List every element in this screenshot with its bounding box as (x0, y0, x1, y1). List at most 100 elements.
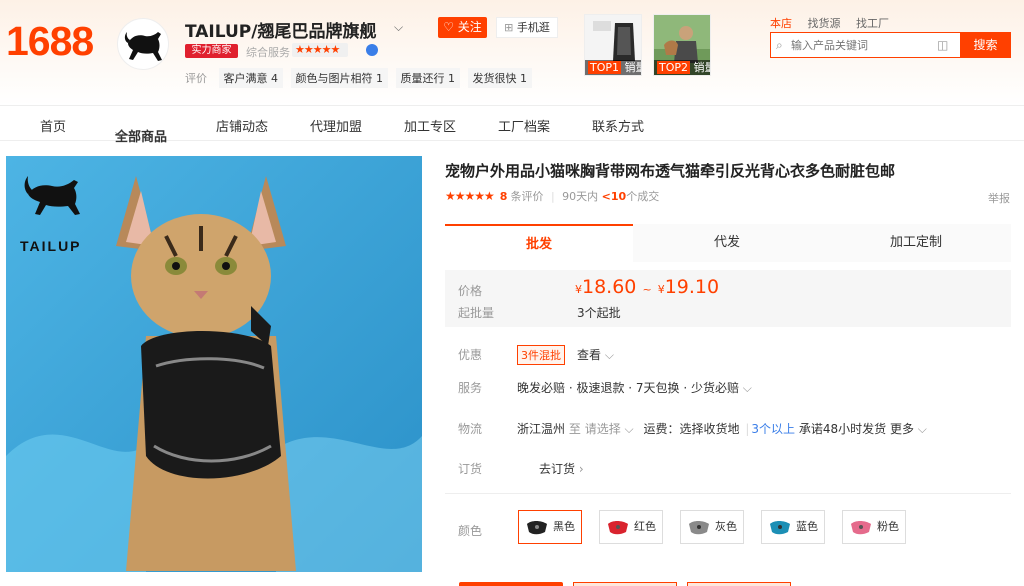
grid-icon: ⊞ (504, 21, 514, 34)
color-name: 黑色 (553, 520, 575, 533)
review-count[interactable]: 8 (500, 190, 508, 203)
color-option-pink[interactable]: 粉色 (842, 510, 906, 544)
shop-name[interactable]: TAILUP/翘尾巴品牌旗舰 (185, 17, 376, 42)
color-option-blue[interactable]: 蓝色 (761, 510, 825, 544)
promo-view-label: 查看 (577, 348, 602, 362)
color-option-gray[interactable]: 灰色 (680, 510, 744, 544)
tab-dropship[interactable]: 代发 (633, 224, 821, 262)
follow-label: 关注 (457, 20, 482, 34)
thumb-caption: TOP2 销量 (654, 60, 710, 75)
harness-icon (689, 521, 709, 535)
price-sep: ~ (642, 283, 652, 296)
eval-label: 评价 (185, 72, 207, 85)
chevron-down-icon: ⌵ (115, 126, 125, 141)
logistics-select-label: 请选择 (584, 422, 621, 436)
color-option-red[interactable]: 红色 (599, 510, 663, 544)
heart-icon: ♡ (443, 20, 454, 34)
nav-news[interactable]: 店铺动态 (216, 116, 268, 135)
order-link[interactable]: 去订货 › (539, 460, 584, 477)
logistics-promise: 承诺48小时发货 (798, 422, 887, 436)
main-product-image[interactable]: TAILUP (6, 156, 422, 572)
logistics-from: 浙江温州 (517, 422, 566, 436)
buy-button-edge[interactable] (459, 582, 563, 586)
site-logo[interactable]: 1688 (6, 18, 94, 65)
tab-wholesale[interactable]: 批发 (445, 224, 633, 262)
color-name: 粉色 (877, 520, 899, 533)
search-box: ⌕ ◫ (770, 32, 960, 58)
mobile-browse-button[interactable]: ⊞ 手机逛 (496, 17, 558, 38)
search-tab-store[interactable]: 本店 (770, 17, 792, 30)
service-label: 服务 (458, 381, 483, 395)
moq-value: 3个起批 (577, 306, 621, 320)
promo-label: 优惠 (458, 348, 483, 362)
sales-value: <10 (601, 190, 627, 203)
promo-tag: 3件混批 (517, 345, 565, 365)
color-name: 蓝色 (796, 520, 818, 533)
moq-label: 起批量 (458, 306, 495, 320)
tab-custom[interactable]: 加工定制 (821, 224, 1011, 262)
rank-label: 销量 (693, 61, 710, 74)
logistics-more[interactable]: 更多 ⌵ (890, 422, 927, 436)
logistics-select[interactable]: 请选择 ⌵ (585, 422, 634, 436)
currency: ¥ (657, 283, 665, 296)
eval-tag[interactable]: 颜色与图片相符 1 (290, 68, 388, 88)
price-range: ¥18.60 ~ ¥19.10 (575, 276, 719, 298)
sales-suffix: 个成交 (626, 190, 660, 203)
logistics-fee: 运费：选择收货地 (643, 422, 740, 436)
product-title: 宠物户外用品小猫咪胸背带网布透气猫牵引反光背心衣多色耐脏包邮 (445, 162, 896, 180)
mobile-label: 手机逛 (516, 21, 550, 34)
order-text: 去订货 (539, 462, 576, 476)
harness-icon (851, 521, 871, 535)
color-name: 红色 (634, 520, 656, 533)
cart-button-edge[interactable] (573, 582, 677, 586)
chevron-down-icon: ⌵ (742, 381, 752, 395)
logistics-more-label: 更多 (889, 422, 914, 436)
eval-tag[interactable]: 客户满意 4 (218, 68, 283, 88)
chevron-down-icon[interactable]: ⌵ (394, 20, 403, 35)
top-product-thumb-1[interactable]: TOP1 销量 (584, 14, 642, 76)
eval-tag[interactable]: 发货很快 1 (467, 68, 532, 88)
chevron-down-icon: ⌵ (624, 422, 634, 436)
action-buttons-partial (445, 580, 1011, 586)
search-button[interactable]: 搜索 (960, 32, 1011, 58)
follow-button[interactable]: ♡ 关注 (438, 17, 487, 38)
extra-button-edge[interactable] (687, 582, 791, 586)
search-tab-source[interactable]: 找货源 (808, 17, 841, 30)
service-value[interactable]: 晚发必赔 · 极速退款 · 7天包换 · 少货必赔 ⌵ (517, 379, 752, 396)
nav-home[interactable]: 首页 (40, 116, 66, 135)
nav-processing[interactable]: 加工专区 (404, 116, 456, 135)
search-input[interactable] (771, 33, 921, 57)
rank-tag: TOP2 (657, 61, 691, 74)
eval-tag[interactable]: 质量还行 1 (395, 68, 460, 88)
color-label: 颜色 (458, 524, 483, 538)
service-text: 晚发必赔 · 极速退款 · 7天包换 · 少货必赔 (517, 381, 739, 395)
purchase-mode-tabs: 批发 代发 加工定制 (445, 224, 1011, 262)
promo-row: 3件混批 查看 ⌵ (517, 345, 614, 365)
promo-view[interactable]: 查看 ⌵ (577, 348, 614, 362)
thumb-caption: TOP1 销量 (585, 60, 641, 75)
shop-avatar[interactable] (117, 18, 169, 70)
rating-row: ★★★★★ 8 条评价 | 90天内 <10个成交 (445, 189, 660, 203)
search-tab-factory[interactable]: 找工厂 (856, 17, 889, 30)
camera-icon[interactable]: ◫ (937, 38, 948, 52)
chevron-down-icon: ⌵ (917, 422, 927, 436)
evaluation-row: 评价 客户满意 4 颜色与图片相符 1 质量还行 1 发货很快 1 (185, 68, 536, 88)
nav-factory-profile[interactable]: 工厂档案 (498, 116, 550, 135)
review-suffix: 条评价 (510, 190, 544, 203)
price-low: 18.60 (582, 276, 637, 298)
logistics-row: 浙江温州 至 请选择 ⌵ 运费：选择收货地 | 3个以上 承诺48小时发货 更多 … (517, 422, 927, 436)
search-scope-tabs: 本店 找货源 找工厂 (770, 15, 901, 31)
price-high: 19.10 (664, 276, 720, 298)
price-label: 价格 (458, 284, 483, 298)
report-link[interactable]: 举报 (988, 190, 1010, 206)
color-option-black[interactable]: 黑色 (518, 510, 582, 544)
divider (445, 493, 1011, 494)
nav-contact[interactable]: 联系方式 (592, 116, 644, 135)
color-name: 灰色 (715, 520, 737, 533)
service-stars: ★★★★★ (292, 43, 348, 57)
rank-label: 销量 (624, 61, 641, 74)
top-product-thumb-2[interactable]: TOP2 销量 (653, 14, 711, 76)
info-icon[interactable] (366, 44, 378, 56)
nav-agent[interactable]: 代理加盟 (310, 116, 362, 135)
harness-icon (770, 521, 790, 535)
